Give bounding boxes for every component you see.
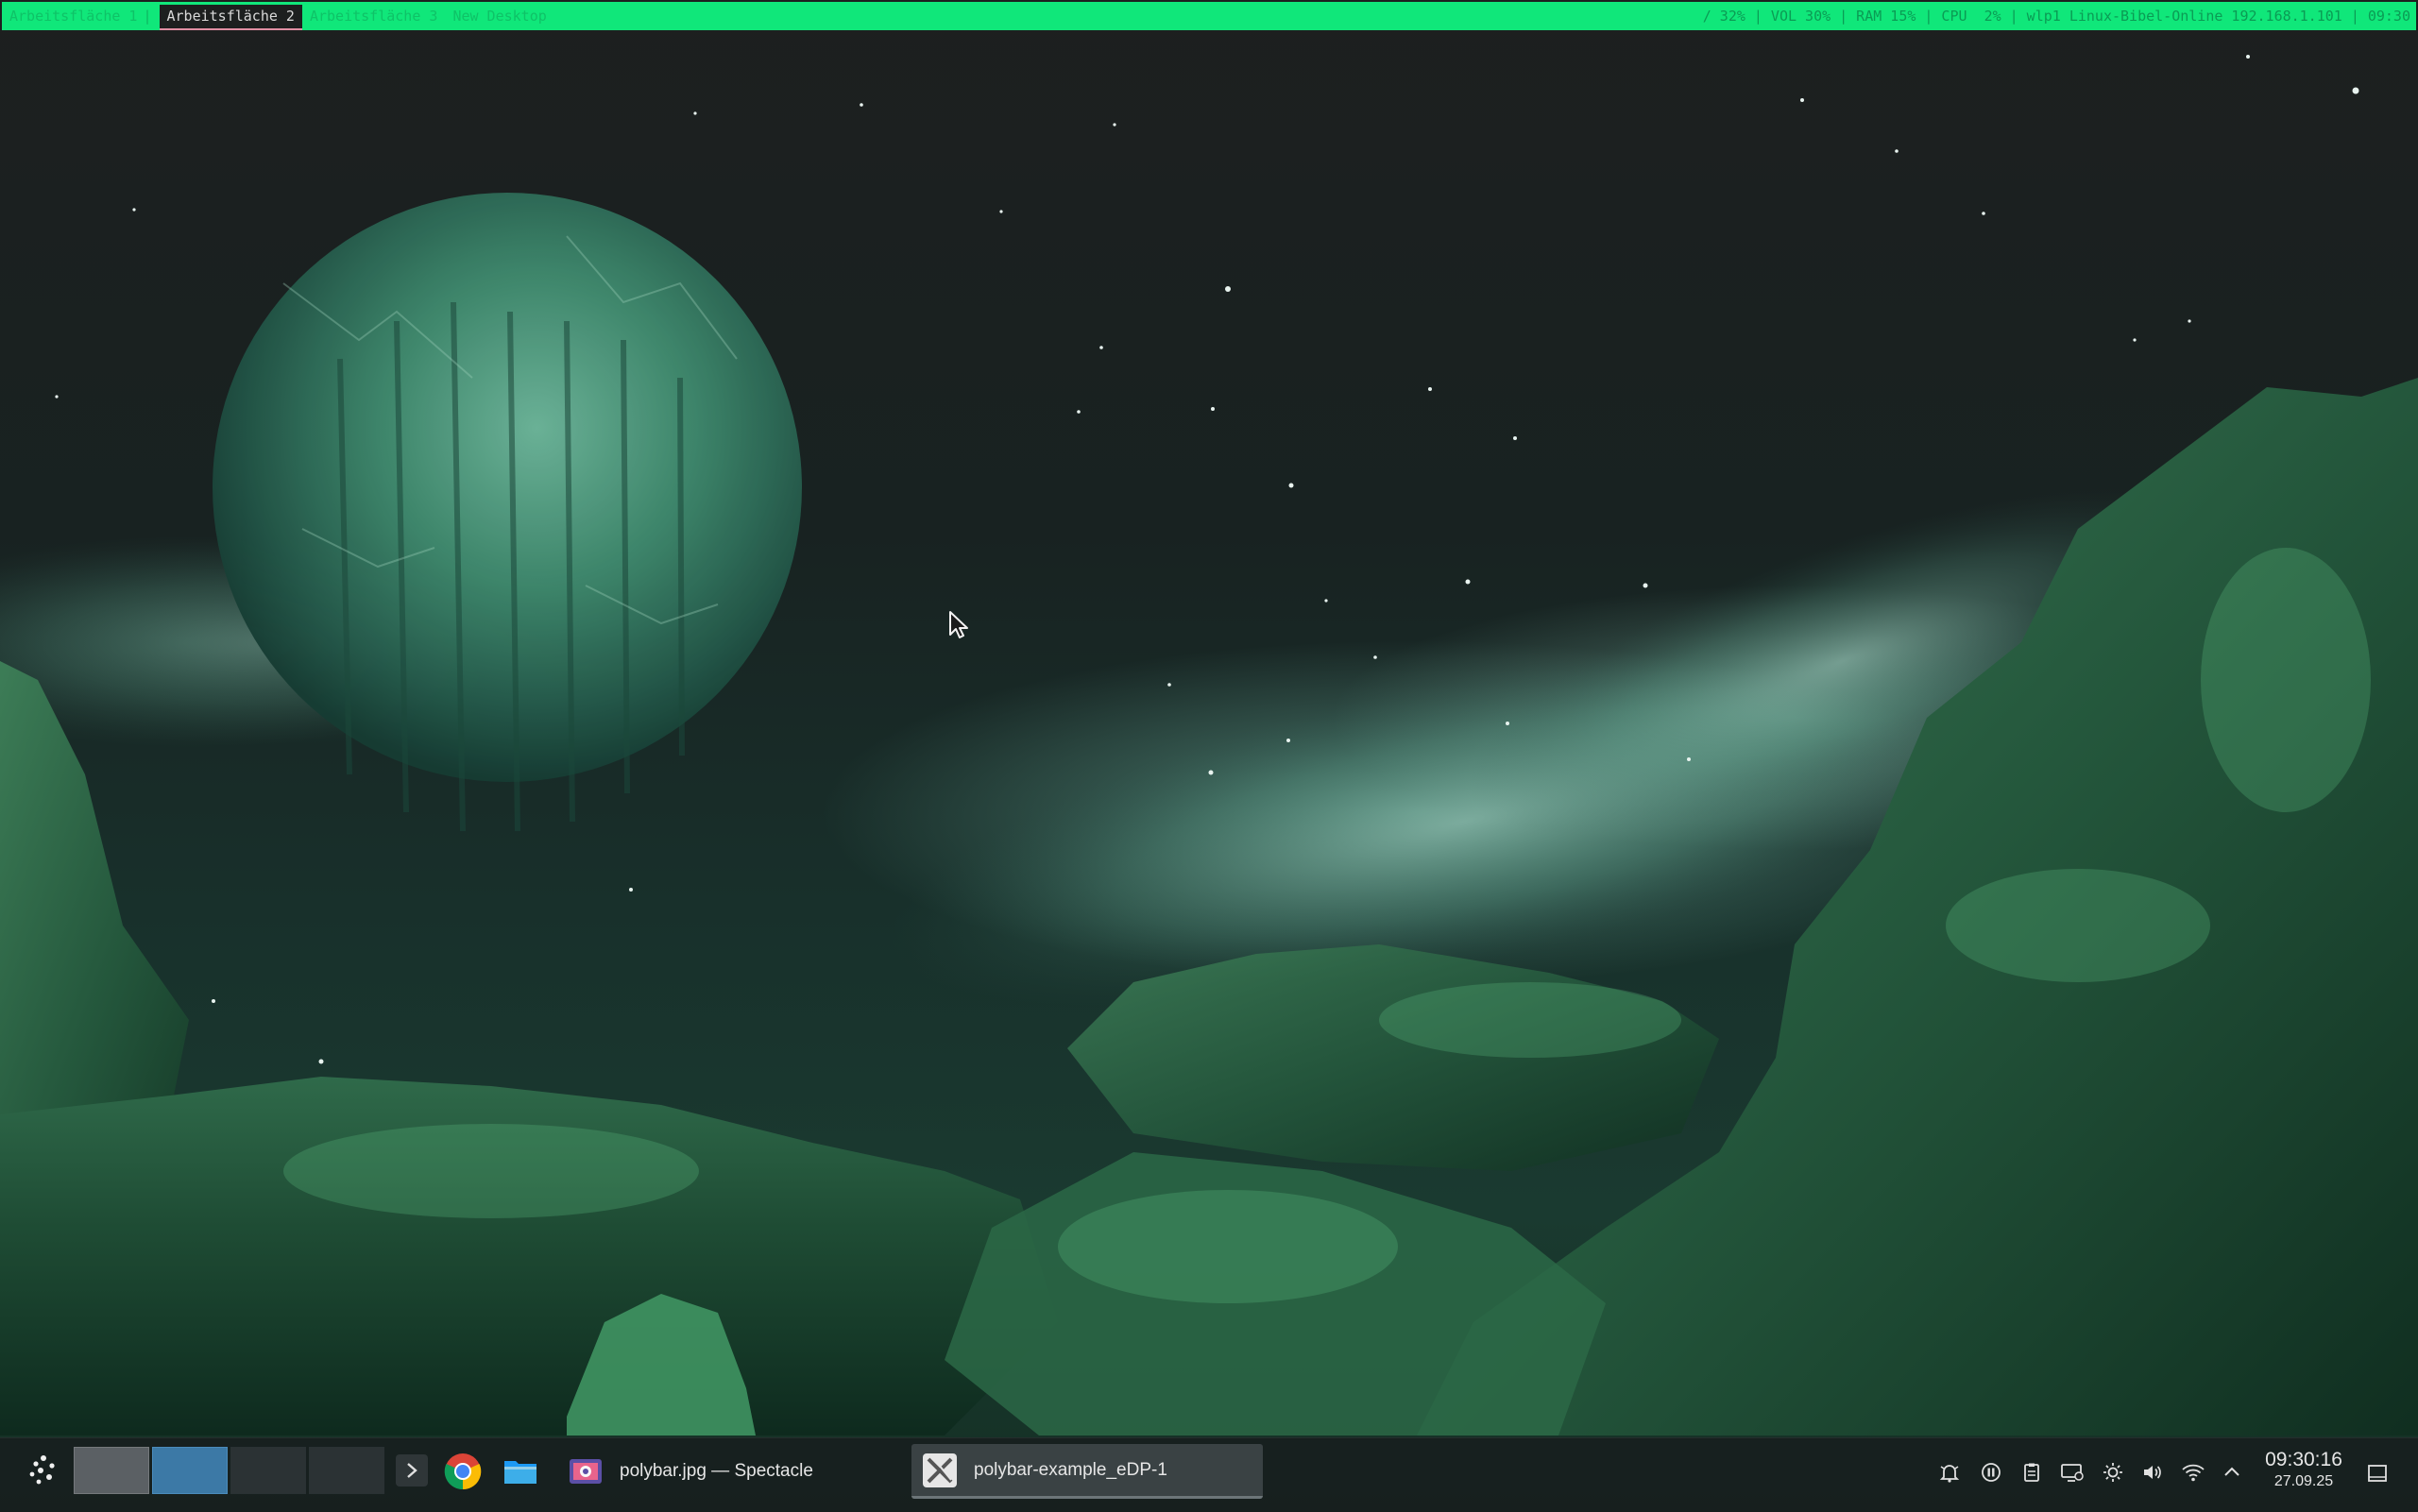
chrome-icon[interactable] [444, 1453, 482, 1490]
chevron-right-icon[interactable] [396, 1454, 428, 1487]
display-configuration-icon[interactable] [2059, 1459, 2086, 1486]
workspace-list: Arbeitsfläche 1 Arbeitsfläche 2 Arbeitsf… [2, 2, 554, 30]
disk-module: / 32% [1702, 8, 1745, 25]
module-separator: | [1839, 8, 1848, 25]
module-separator: | [2350, 8, 2359, 25]
desktop-background: Arbeitsfläche 1 Arbeitsfläche 2 Arbeitsf… [0, 0, 2418, 1511]
task-title: polybar.jpg — Spectacle [620, 1461, 813, 1481]
pager-desktop-4[interactable] [309, 1447, 384, 1494]
pager-desktop-3[interactable] [230, 1447, 306, 1494]
pager-desktop-1[interactable] [74, 1447, 149, 1494]
task-polybar-example[interactable]: polybar-example_eDP-1 [911, 1444, 1263, 1499]
volume-module[interactable]: VOL 30% [1771, 2, 1831, 30]
brightness-icon[interactable] [2100, 1459, 2126, 1486]
pager-desktop-2-active[interactable] [152, 1447, 228, 1494]
status-modules: / 32% | VOL 30% | RAM 15% | CPU 2% | wlp1 Li… [1703, 2, 2416, 30]
polybar-top-bar: Arbeitsfläche 1 Arbeitsfläche 2 Arbeitsf… [2, 2, 2416, 30]
workspace-1[interactable]: Arbeitsfläche 1 [2, 2, 160, 30]
tray-expand-icon[interactable] [2219, 1459, 2245, 1486]
clipboard-icon[interactable] [2018, 1459, 2045, 1486]
x11-icon [923, 1453, 957, 1487]
workspace-3[interactable]: Arbeitsfläche 3 [302, 2, 445, 30]
time-module: 09:30 [2367, 8, 2410, 25]
module-separator: | [1753, 8, 1762, 25]
clock-time: 09:30:16 [2265, 1449, 2342, 1470]
digital-clock[interactable]: 09:30:16 27.09.25 [2252, 1448, 2356, 1491]
show-desktop-icon[interactable] [2361, 1457, 2393, 1489]
task-spectacle[interactable]: polybar.jpg — Spectacle [557, 1444, 907, 1499]
ram-module: RAM 15% [1856, 8, 1916, 25]
workspace-2-active[interactable]: Arbeitsfläche 2 [159, 5, 302, 30]
spectacle-icon [570, 1459, 602, 1484]
network-module: wlp1 Linux-Bibel-Online 192.168.1.101 [2026, 8, 2342, 25]
media-pause-icon[interactable] [1978, 1459, 2004, 1486]
module-separator: | [2009, 8, 2018, 25]
workspace-new-desktop[interactable]: New Desktop [445, 2, 553, 30]
wallpaper-image [0, 55, 2418, 1436]
module-separator: | [1924, 8, 1933, 25]
task-title: polybar-example_eDP-1 [974, 1459, 1167, 1480]
volume-icon[interactable] [2139, 1459, 2166, 1486]
cpu-module: CPU 2% [1941, 8, 2001, 25]
notifications-icon[interactable] [1936, 1459, 1963, 1486]
kde-application-launcher-icon[interactable] [25, 1452, 62, 1489]
wifi-icon[interactable] [2180, 1459, 2206, 1486]
folder-icon[interactable] [502, 1453, 539, 1490]
mouse-pointer-icon [949, 611, 968, 638]
taskbar-panel: polybar.jpg — Spectacle polybar-example_… [0, 1437, 2418, 1512]
clock-date: 27.09.25 [2273, 1473, 2334, 1489]
